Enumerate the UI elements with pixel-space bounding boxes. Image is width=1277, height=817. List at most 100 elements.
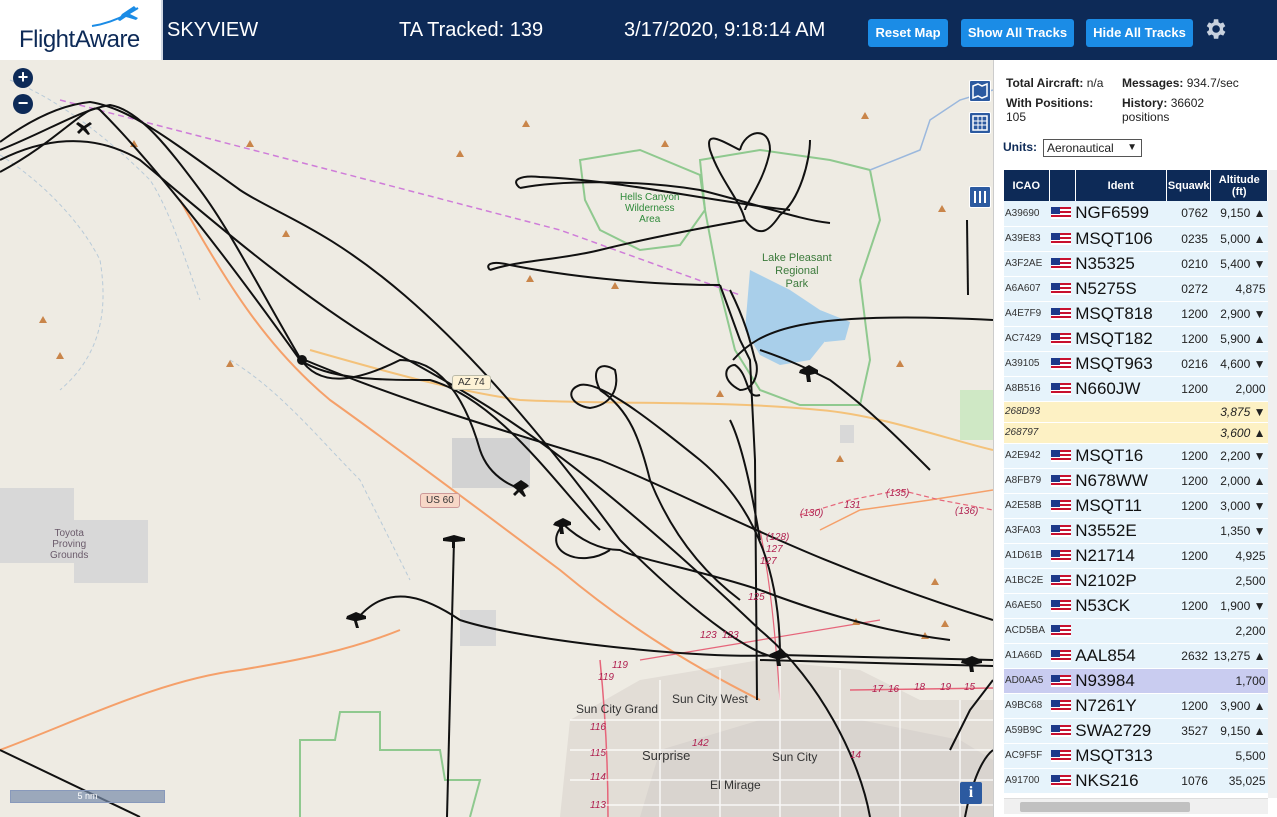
cell-altitude: 5,000 ▲ xyxy=(1210,226,1268,252)
map-canvas xyxy=(0,79,993,817)
route-number: 127 xyxy=(766,544,783,555)
table-row[interactable]: A2E942 MSQT16 1200 2,200 ▼ xyxy=(1004,443,1268,469)
table-row[interactable]: AC9F5F MSQT313 5,500 xyxy=(1004,743,1268,769)
gear-icon[interactable] xyxy=(1202,16,1228,42)
table-row[interactable]: A39E83 MSQT106 0235 5,000 ▲ xyxy=(1004,226,1268,252)
aircraft-panel: Total Aircraft: n/a Messages: 934.7/sec … xyxy=(993,60,1277,817)
route-number: 19 xyxy=(940,682,952,693)
cell-icao: A1D61B xyxy=(1004,543,1050,569)
col-squawk[interactable]: Squawk xyxy=(1166,170,1212,201)
cell-squawk xyxy=(1166,518,1211,544)
map-layers-button[interactable] xyxy=(969,80,991,102)
col-ident[interactable]: Ident xyxy=(1075,170,1167,201)
table-row[interactable]: A6A607 N5275S 0272 4,875 xyxy=(1004,276,1268,302)
cell-altitude: 13,275 ▲ xyxy=(1210,643,1268,669)
us-flag-icon xyxy=(1051,599,1072,612)
cell-flag xyxy=(1049,618,1076,644)
table-row[interactable]: A39690 NGF6599 0762 9,150 ▲ xyxy=(1004,201,1268,227)
map-grid-button[interactable] xyxy=(969,112,991,134)
cell-ident: AAL854 xyxy=(1075,643,1167,669)
cell-flag xyxy=(1049,401,1076,423)
table-row[interactable]: AD0AA5 N93984 1,700 xyxy=(1004,668,1268,694)
cell-altitude: 2,900 ▼ xyxy=(1210,301,1268,327)
cell-ident: MSQT16 xyxy=(1075,443,1167,469)
table-row[interactable]: A6AE50 N53CK 1200 1,900 ▼ xyxy=(1004,593,1268,619)
hide-all-tracks-button[interactable]: Hide All Tracks xyxy=(1086,19,1193,47)
map-view[interactable]: + − Hells Canyon Wilderness Area Lake Pl… xyxy=(0,60,993,817)
cell-squawk: 1200 xyxy=(1166,593,1211,619)
table-vertical-scrollbar[interactable] xyxy=(1268,170,1277,798)
label-sun-city-grand: Sun City Grand xyxy=(576,702,659,716)
us-flag-icon xyxy=(1051,674,1072,687)
table-row[interactable]: A1A66D AAL854 2632 13,275 ▲ xyxy=(1004,643,1268,669)
col-icao[interactable]: ICAO xyxy=(1004,170,1050,201)
cell-ident: NGF6599 xyxy=(1075,201,1167,227)
us-flag-icon xyxy=(1051,699,1072,712)
table-row[interactable]: A3FA03 N3552E 1,350 ▼ xyxy=(1004,518,1268,544)
col-altitude[interactable]: Altitude (ft) xyxy=(1210,170,1268,201)
cell-altitude: 5,500 xyxy=(1210,743,1268,769)
flightaware-logo[interactable]: FlightAware xyxy=(0,0,163,60)
cell-ident: MSQT313 xyxy=(1075,743,1167,769)
cell-flag xyxy=(1049,251,1076,277)
table-row[interactable]: 268D93 3,875 ▼ xyxy=(1004,401,1268,423)
units-select[interactable]: Aeronautical ▼ xyxy=(1043,139,1142,157)
table-row[interactable]: A8FB79 N678WW 1200 2,000 ▲ xyxy=(1004,468,1268,494)
us-flag-icon xyxy=(1051,624,1072,637)
cell-flag xyxy=(1049,693,1076,719)
map-info-button[interactable]: i xyxy=(960,782,982,804)
dropdown-arrow-icon: ▼ xyxy=(1127,142,1137,153)
cell-squawk: 1200 xyxy=(1166,468,1211,494)
scroll-thumb[interactable] xyxy=(1020,802,1190,812)
table-row[interactable]: A91700 NKS216 1076 35,025 xyxy=(1004,768,1268,794)
table-row[interactable]: A4E7F9 MSQT818 1200 2,900 ▼ xyxy=(1004,301,1268,327)
cell-icao: AC7429 xyxy=(1004,326,1050,352)
cell-icao: 268797 xyxy=(1004,422,1050,444)
route-number: 127 xyxy=(760,556,777,567)
columns-toggle-button[interactable] xyxy=(969,186,991,208)
cell-squawk xyxy=(1166,618,1211,644)
table-row[interactable]: A39105 MSQT963 0216 4,600 ▼ xyxy=(1004,351,1268,377)
table-row[interactable]: 268797 3,600 ▲ xyxy=(1004,422,1268,444)
table-row[interactable]: A1D61B N21714 1200 4,925 xyxy=(1004,543,1268,569)
table-row[interactable]: A3F2AE N35325 0210 5,400 ▼ xyxy=(1004,251,1268,277)
reset-map-button[interactable]: Reset Map xyxy=(868,19,948,47)
table-row[interactable]: AC7429 MSQT182 1200 5,900 ▲ xyxy=(1004,326,1268,352)
table-row[interactable]: ACD5BA 2,200 xyxy=(1004,618,1268,644)
cell-flag xyxy=(1049,301,1076,327)
cell-ident: N2102P xyxy=(1075,568,1167,594)
cell-flag xyxy=(1049,668,1076,694)
cell-squawk: 1200 xyxy=(1166,326,1211,352)
route-number: 16 xyxy=(888,684,900,695)
table-row[interactable]: A2E58B MSQT11 1200 3,000 ▼ xyxy=(1004,493,1268,519)
us-flag-icon xyxy=(1051,332,1072,345)
tracked-count: TA Tracked: 139 xyxy=(399,19,544,41)
table-row[interactable]: A8B516 N660JW 1200 2,000 xyxy=(1004,376,1268,402)
table-row[interactable]: A1BC2E N2102P 2,500 xyxy=(1004,568,1268,594)
stat-total-aircraft: Total Aircraft: n/a xyxy=(1006,76,1104,90)
cell-ident: MSQT106 xyxy=(1075,226,1167,252)
show-all-tracks-button[interactable]: Show All Tracks xyxy=(961,19,1074,47)
zoom-in-button[interactable]: + xyxy=(13,68,33,88)
table-row[interactable]: A59B9C SWA2729 3527 9,150 ▲ xyxy=(1004,718,1268,744)
cell-altitude: 3,600 ▲ xyxy=(1210,422,1268,444)
stat-messages: Messages: 934.7/sec xyxy=(1122,76,1239,90)
cell-altitude: 4,925 xyxy=(1210,543,1268,569)
cell-squawk xyxy=(1166,422,1211,444)
cell-altitude: 9,150 ▲ xyxy=(1210,718,1268,744)
cell-altitude: 5,400 ▼ xyxy=(1210,251,1268,277)
col-flag[interactable] xyxy=(1049,170,1076,201)
zoom-out-button[interactable]: − xyxy=(13,94,33,114)
cell-icao: A4E7F9 xyxy=(1004,301,1050,327)
cell-ident: N7261Y xyxy=(1075,693,1167,719)
cell-squawk: 0210 xyxy=(1166,251,1211,277)
map-scale-bar: 5 nm xyxy=(10,790,165,803)
table-row[interactable]: A9BC68 N7261Y 1200 3,900 ▲ xyxy=(1004,693,1268,719)
cell-icao: A91700 xyxy=(1004,768,1050,794)
cell-icao: A8B516 xyxy=(1004,376,1050,402)
cell-squawk: 0216 xyxy=(1166,351,1211,377)
table-horizontal-scrollbar[interactable] xyxy=(1004,798,1268,814)
us-flag-icon xyxy=(1051,449,1072,462)
cell-icao: 268D93 xyxy=(1004,401,1050,423)
cell-squawk: 1200 xyxy=(1166,301,1211,327)
